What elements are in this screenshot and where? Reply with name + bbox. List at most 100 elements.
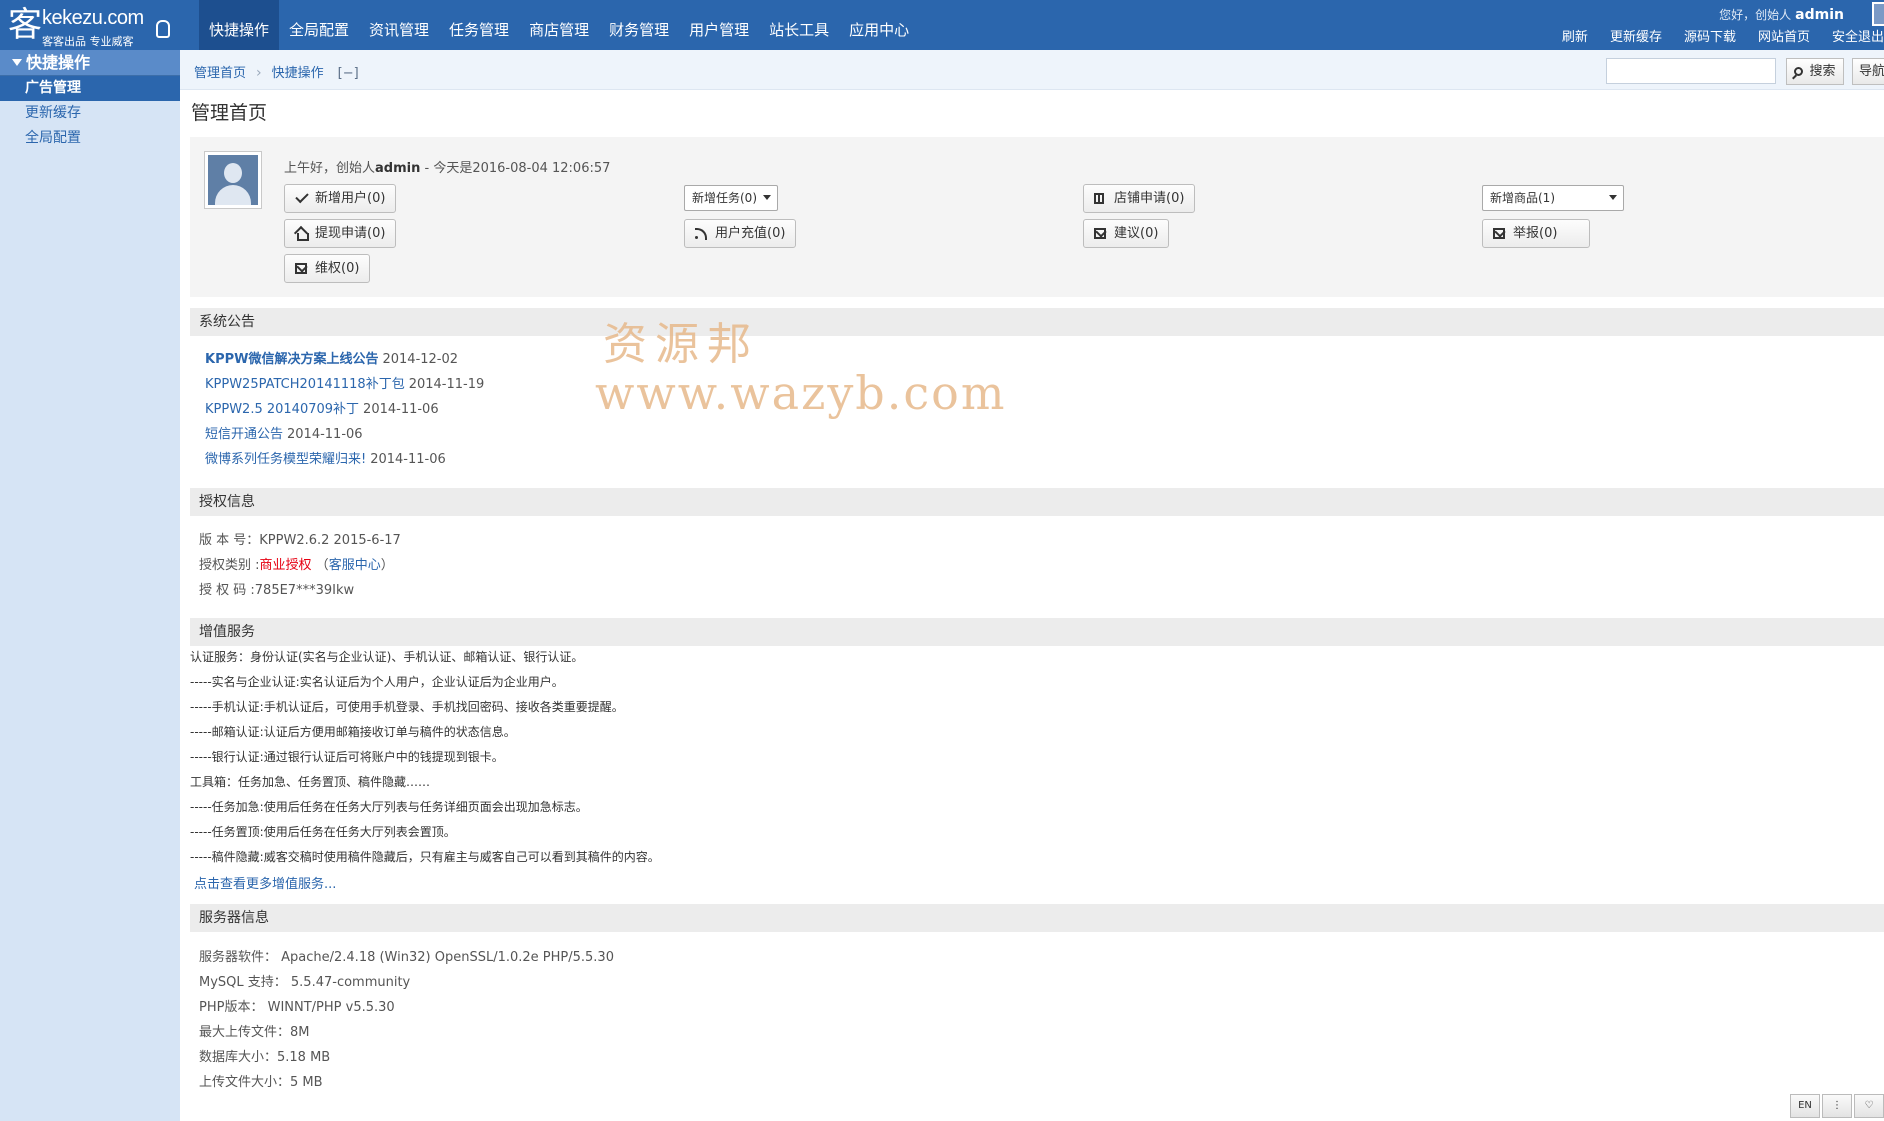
license-code: 授 权 码 :785E7***39Ikw [199,579,354,598]
nav-global-config[interactable]: 全局配置 [279,0,359,50]
breadcrumb-current[interactable]: 快捷操作 [272,66,324,81]
notice-link[interactable]: 微博系列任务模型荣耀归来! [205,452,366,467]
notice-item: KPPW2.5 20140709补丁 2014-11-06 [205,398,439,417]
license-header: 授权信息 [190,488,1884,516]
rights-label: 维权(0) [315,261,360,276]
update-cache-link[interactable]: 更新缓存 [1610,26,1662,45]
notice-item: 微博系列任务模型荣耀归来! 2014-11-06 [205,448,446,467]
more-icon[interactable]: ⋮ [1822,1094,1852,1118]
version-label: 版 本 号： [199,533,260,548]
nav-users[interactable]: 用户管理 [679,0,759,50]
sidebar-item-ads[interactable]: 广告管理 [0,76,180,101]
new-users-button[interactable]: 新增用户(0) [284,184,397,213]
vas-line: 工具箱：任务加急、任务置顶、稿件隐藏…… [190,775,431,789]
vas-line: -----任务置顶:使用后任务在任务大厅列表会置顶。 [190,825,456,839]
sidebar-title-label: 快捷操作 [26,53,91,72]
nav-map-button[interactable]: 导航地图 [1852,58,1884,85]
license-type: 授权类别 :商业授权 （客服中心） [199,554,394,573]
withdraw-button[interactable]: 提现申请(0) [284,219,397,248]
server-line: 上传文件大小：5 MB [199,1075,323,1090]
chevron-right-icon: › [256,65,262,81]
user-silhouette-icon [208,155,258,205]
paren-open: （ [315,558,329,573]
report-label: 举报(0) [1513,226,1558,241]
page-title: 管理首页 [191,102,268,124]
refresh-link[interactable]: 刷新 [1562,26,1588,45]
notice-link[interactable]: KPPW微信解决方案上线公告 [205,352,378,367]
shop-apply-button[interactable]: 店铺申请(0) [1083,184,1196,213]
service-center-link[interactable]: 客服中心 [329,558,381,573]
username[interactable]: admin [1795,7,1844,23]
code-value: 785E7***39Ikw [254,583,355,598]
nav-finance[interactable]: 财务管理 [599,0,679,50]
notices-header: 系统公告 [190,308,1884,336]
notice-date: 2014-11-06 [287,427,363,442]
dropdown-arrow-icon [763,195,771,200]
nav-webmaster-tools[interactable]: 站长工具 [759,0,839,50]
vas-header: 增值服务 [190,618,1884,646]
avatar[interactable] [1872,2,1884,26]
search-icon [1794,67,1804,76]
notice-date: 2014-11-06 [370,452,446,467]
vas-more-link[interactable]: 点击查看更多增值服务... [194,877,336,892]
notice-link[interactable]: 短信开通公告 [205,427,283,442]
sidebar-title[interactable]: 快捷操作 [0,50,180,76]
notice-item: 短信开通公告 2014-11-06 [205,423,363,442]
nav-app-center[interactable]: 应用中心 [839,0,919,50]
version-value: KPPW2.6.2 2015-6-17 [259,533,401,548]
heart-icon[interactable]: ♡ [1854,1094,1884,1118]
sidebar: 快捷操作 广告管理 更新缓存 全局配置 [0,50,180,1121]
book-icon [1094,193,1104,204]
breadcrumb: 管理首页 › 快捷操作 [−] [194,62,359,81]
notice-link[interactable]: KPPW2.5 20140709补丁 [205,402,359,417]
user-greeting: 您好，创始人 admin [1719,6,1844,23]
vas-line: -----稿件隐藏:威客交稿时使用稿件隐藏后，只有雇主与威客自己可以看到其稿件的… [190,850,660,864]
nav-tasks[interactable]: 任务管理 [439,0,519,50]
search-button-label: 搜索 [1809,64,1836,79]
sidebar-item-global-config[interactable]: 全局配置 [0,126,180,151]
collapse-toggle[interactable]: [−] [338,66,359,81]
notice-item: KPPW微信解决方案上线公告 2014-12-02 [205,348,458,367]
vas-line: -----实名与企业认证:实名认证后为个人用户，企业认证后为企业用户。 [190,675,564,689]
search-input[interactable] [1606,58,1776,84]
nav-shop[interactable]: 商店管理 [519,0,599,50]
top-header: 客 kekezu.com 客客出品 专业威客 快捷操作 全局配置 资讯管理 任务… [0,0,1884,50]
suggest-label: 建议(0) [1114,226,1159,241]
recharge-label: 用户充值(0) [715,226,786,241]
greeting-prefix: 上午好，创始人 [284,161,376,176]
source-download-link[interactable]: 源码下载 [1684,26,1736,45]
greeting-time: - 今天是2016-08-04 12:06:57 [420,161,611,176]
logout-link[interactable]: 安全退出 [1832,26,1884,45]
logo-subtitle: 客客出品 专业威客 [42,35,134,48]
caret-down-icon [12,59,22,66]
language-button[interactable]: EN [1790,1094,1820,1118]
new-tasks-select[interactable]: 新增任务(0) [684,185,778,211]
sidebar-item-update-cache[interactable]: 更新缓存 [0,101,180,126]
report-button[interactable]: 举报(0) [1482,219,1590,248]
breadcrumb-home[interactable]: 管理首页 [194,66,246,81]
new-users-label: 新增用户(0) [315,191,386,206]
recharge-button[interactable]: 用户充值(0) [684,219,797,248]
suggest-button[interactable]: 建议(0) [1083,219,1170,248]
new-tasks-label: 新增任务(0) [692,191,757,205]
withdraw-label: 提现申请(0) [315,226,386,241]
site-home-link[interactable]: 网站首页 [1758,26,1810,45]
notice-date: 2014-12-02 [382,352,459,367]
nav-quick-ops[interactable]: 快捷操作 [199,0,280,50]
license-version: 版 本 号：KPPW2.6.2 2015-6-17 [199,529,401,548]
greeting-text: 您好，创始人 [1719,8,1792,22]
code-label: 授 权 码 : [199,583,255,598]
search-button[interactable]: 搜索 [1786,58,1844,85]
lock-icon [156,20,170,38]
breadcrumb-bar: 管理首页 › 快捷操作 [−] 搜索 导航地图 [180,50,1884,90]
nav-news[interactable]: 资讯管理 [359,0,439,50]
notice-link[interactable]: KPPW25PATCH20141118补丁包 [205,377,405,392]
server-header: 服务器信息 [190,904,1884,932]
server-line: 最大上传文件：8M [199,1025,310,1040]
logo[interactable]: 客 kekezu.com 客客出品 专业威客 [6,4,176,48]
paren-close: ） [380,558,394,573]
vas-line: -----任务加急:使用后任务在任务大厅列表与任务详细页面会出现加急标志。 [190,800,588,814]
new-goods-select[interactable]: 新增商品(1) [1482,185,1624,211]
rights-button[interactable]: 维权(0) [284,254,371,283]
rss-icon [695,228,707,240]
